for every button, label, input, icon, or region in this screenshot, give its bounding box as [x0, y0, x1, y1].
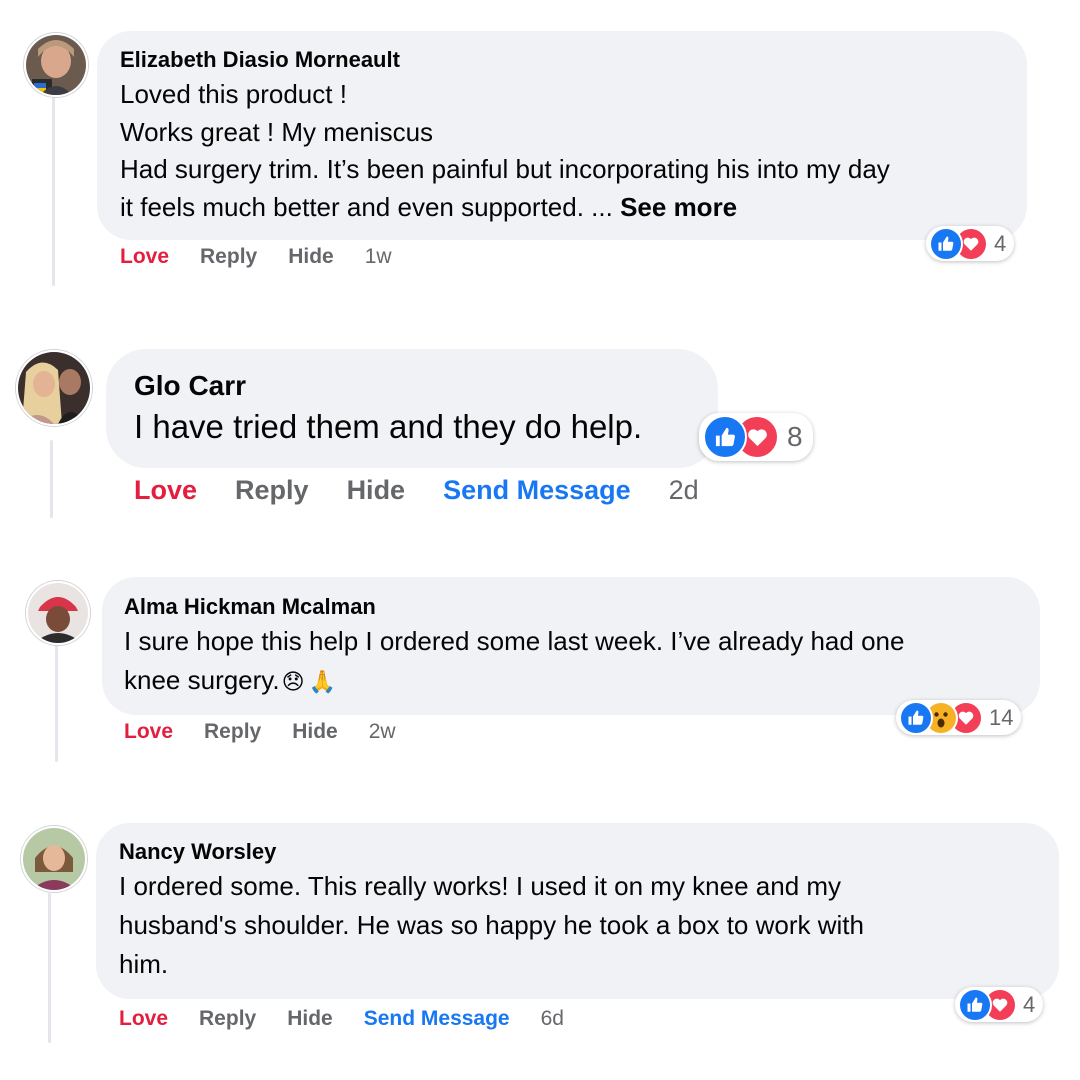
comment-actions: Love Reply Hide 2w [124, 720, 396, 744]
reaction-count: 4 [1023, 991, 1036, 1017]
avatar-photo [26, 35, 86, 95]
comment-bubble: Glo Carr I have tried them and they do h… [106, 349, 718, 468]
thread-line [55, 644, 58, 762]
reply-button[interactable]: Reply [199, 1007, 256, 1031]
hide-button[interactable]: Hide [347, 475, 406, 506]
comment-author[interactable]: Glo Carr [134, 369, 718, 403]
comment-bubble: Elizabeth Diasio Morneault Loved this pr… [97, 31, 1027, 240]
like-icon [929, 226, 963, 261]
like-icon [703, 415, 747, 459]
comment-actions: Love Reply Hide Send Message 2d [134, 475, 699, 506]
comment-timestamp[interactable]: 6d [541, 1007, 564, 1031]
comment-text-line: knee surgery.😞 🙏 [124, 661, 1040, 701]
like-icon [899, 700, 933, 735]
comment-author[interactable]: Elizabeth Diasio Morneault [120, 46, 1027, 74]
avatar-photo [18, 352, 90, 424]
reply-button[interactable]: Reply [204, 720, 261, 744]
comment-timestamp[interactable]: 2w [369, 720, 396, 744]
reaction-summary[interactable]: 4 [926, 226, 1015, 261]
hide-button[interactable]: Hide [288, 245, 334, 269]
comment-timestamp[interactable]: 1w [365, 245, 392, 269]
reaction-count: 8 [787, 421, 803, 452]
comment-bubble: Nancy Worsley I ordered some. This reall… [96, 823, 1059, 999]
avatar[interactable] [24, 33, 88, 97]
comment-timestamp[interactable]: 2d [669, 475, 699, 506]
avatar[interactable] [21, 826, 87, 892]
reaction-count: 14 [989, 704, 1014, 730]
comment-text-line: Had surgery trim. It’s been painful but … [120, 154, 890, 184]
comment-actions: Love Reply Hide 1w [120, 245, 392, 269]
avatar-photo [28, 583, 88, 643]
hide-button[interactable]: Hide [287, 1007, 333, 1031]
comment-text-line: it feels much better and even supported.… [120, 189, 1027, 227]
reply-button[interactable]: Reply [200, 245, 257, 269]
comment-bubble: Alma Hickman Mcalman I sure hope this he… [102, 577, 1040, 715]
folded-hands-emoji: 🙏 [308, 669, 336, 694]
comment-text-line: I ordered some. This really works! I use… [119, 871, 842, 901]
send-message-button[interactable]: Send Message [364, 1007, 510, 1031]
reaction-summary[interactable]: 8 [699, 413, 813, 461]
comment-text-line: I have tried them and they do help. [134, 408, 643, 445]
love-action-button[interactable]: Love [124, 720, 173, 744]
avatar[interactable] [16, 350, 92, 426]
comment-text-line: him. [119, 949, 169, 979]
avatar-photo [23, 828, 85, 890]
comment-text-line: Loved this product ! [120, 79, 347, 109]
comment-text-line: I sure hope this help I ordered some las… [124, 626, 905, 656]
reaction-summary[interactable]: 14 [896, 700, 1022, 735]
reaction-count: 4 [994, 230, 1007, 256]
comment-author[interactable]: Alma Hickman Mcalman [124, 593, 1040, 621]
comment-text-line: Works great ! My meniscus [120, 116, 434, 147]
see-more-link[interactable]: See more [620, 192, 737, 222]
reaction-summary[interactable]: 4 [955, 987, 1044, 1022]
avatar[interactable] [26, 581, 90, 645]
hide-button[interactable]: Hide [292, 720, 338, 744]
thread-line [48, 893, 51, 1043]
comment-text-segment: it feels much better and even supported.… [120, 191, 621, 222]
like-icon [958, 987, 992, 1022]
love-action-button[interactable]: Love [120, 245, 169, 269]
reply-button[interactable]: Reply [235, 475, 309, 506]
comment-actions: Love Reply Hide Send Message 6d [119, 1007, 564, 1031]
comment-text-segment: knee surgery. [124, 665, 280, 695]
love-action-button[interactable]: Love [134, 475, 197, 506]
comment-text-line: husband's shoulder. He was so happy he t… [119, 910, 864, 940]
send-message-button[interactable]: Send Message [443, 475, 631, 506]
love-action-button[interactable]: Love [119, 1007, 168, 1031]
thread-line [52, 96, 55, 286]
disappointed-face-emoji: 😞 [281, 669, 305, 694]
thread-line [50, 440, 53, 518]
comment-author[interactable]: Nancy Worsley [119, 838, 1059, 866]
